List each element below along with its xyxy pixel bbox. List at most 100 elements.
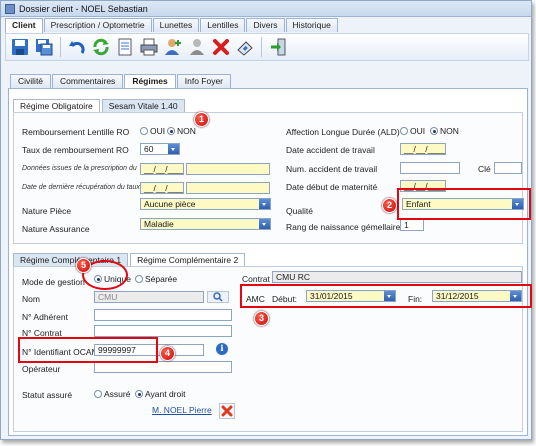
tab-regime-complementaire-2[interactable]: Régime Complémentaire 2	[130, 253, 246, 266]
statut-assure-radio[interactable]: Assuré	[94, 389, 130, 399]
refresh-icon[interactable]	[91, 37, 111, 57]
tab-lentilles[interactable]: Lentilles	[200, 18, 246, 32]
tab-regimes[interactable]: Régimes	[124, 74, 176, 88]
add-user-icon[interactable]	[163, 37, 183, 57]
contrat-label: Contrat	[242, 274, 270, 284]
tab-civilite[interactable]: Civilité	[10, 74, 52, 88]
save-all-icon[interactable]	[34, 37, 54, 57]
donnees-prescription-extra[interactable]	[186, 163, 270, 175]
radio-dot	[135, 275, 143, 283]
num-accident-field[interactable]	[400, 162, 460, 174]
taux-ro-label: Taux de remboursement RO	[22, 145, 129, 155]
derniere-recuperation-extra[interactable]	[186, 182, 270, 194]
nature-piece-value: Aucune pièce	[144, 199, 196, 209]
annotation-amc-box	[240, 284, 532, 308]
annotation-ocam-box	[18, 337, 158, 363]
nature-assurance-select[interactable]: Maladie	[140, 218, 271, 230]
remboursement-oui-radio[interactable]: OUI	[140, 126, 165, 136]
nom-field[interactable]: CMU	[94, 291, 204, 303]
radio-dot	[140, 127, 148, 135]
taux-ro-value: 60	[144, 144, 154, 154]
taux-ro-select[interactable]: 60	[140, 143, 180, 155]
exit-icon[interactable]	[268, 37, 288, 57]
tab-sesam-vitale[interactable]: Sesam Vitale 1.40	[101, 99, 185, 112]
annotation-badge-4: 4	[160, 346, 175, 361]
radio-dot	[400, 127, 408, 135]
print-icon[interactable]	[139, 37, 159, 57]
chevron-down-icon[interactable]	[259, 219, 270, 229]
remboursement-non-radio[interactable]: NON	[167, 126, 196, 136]
annotation-badge-1: 1	[194, 112, 209, 127]
scan-card-icon[interactable]	[235, 37, 255, 57]
radio-label: Ayant droit	[145, 389, 186, 399]
undo-icon[interactable]	[67, 37, 87, 57]
tab-client[interactable]: Client	[5, 18, 43, 33]
donnees-prescription-date[interactable]: __/__/____	[140, 163, 184, 175]
nom-label: Nom	[22, 294, 40, 304]
ald-label: Affection Longue Durée (ALD)	[286, 127, 400, 137]
annotation-badge-2: 2	[382, 198, 397, 213]
radio-label: OUI	[410, 126, 426, 136]
chevron-down-icon[interactable]	[259, 199, 270, 209]
chevron-down-icon[interactable]	[168, 144, 179, 154]
tab-info-foyer[interactable]: Info Foyer	[176, 74, 232, 88]
nature-assurance-value: Maladie	[144, 219, 174, 229]
mode-separee-radio[interactable]: Séparée	[135, 274, 177, 284]
nature-piece-select[interactable]: Aucune pièce	[140, 198, 271, 210]
annotation-badge-5: 5	[76, 258, 91, 273]
remboursement-ro-label: Remboursement Lentille RO	[22, 127, 130, 137]
assure-principal-link[interactable]: M. NOEL Pierre	[152, 405, 212, 415]
tab-prescription[interactable]: Prescription / Optometrie	[43, 18, 152, 32]
cle-label: Clé	[478, 164, 491, 174]
nature-assurance-label: Nature Assurance	[22, 224, 90, 234]
radio-dot	[167, 127, 175, 135]
adherent-field[interactable]	[94, 309, 232, 321]
statut-assure-label: Statut assuré	[22, 390, 73, 400]
tab-regime-obligatoire[interactable]: Régime Obligatoire	[13, 99, 100, 112]
sub-tabs: Civilité Commentaires Régimes Info Foyer	[10, 74, 232, 88]
tab-historique[interactable]: Historique	[285, 18, 338, 32]
document-icon[interactable]	[115, 37, 135, 57]
radio-label: Assuré	[104, 389, 131, 399]
statut-ayant-droit-radio[interactable]: Ayant droit	[135, 389, 185, 399]
ald-oui-radio[interactable]: OUI	[400, 126, 425, 136]
radio-dot	[430, 127, 438, 135]
tab-commentaires[interactable]: Commentaires	[52, 74, 124, 88]
derniere-recuperation-label: Date de dernière récupération du taux	[22, 184, 140, 191]
remove-link-button[interactable]	[219, 403, 235, 419]
ro-tabs: Régime Obligatoire Sesam Vitale 1.40	[13, 99, 187, 112]
tab-divers[interactable]: Divers	[246, 18, 285, 32]
radio-label: OUI	[150, 126, 166, 136]
ald-non-radio[interactable]: NON	[430, 126, 459, 136]
title-bar: Dossier client - NOEL Sebastian	[1, 1, 531, 17]
radio-label: Séparée	[145, 274, 178, 284]
user-icon[interactable]	[187, 37, 207, 57]
toolbar	[5, 33, 529, 61]
operateur-label: Opérateur	[22, 364, 61, 374]
info-icon[interactable]: i	[216, 343, 228, 355]
rang-naissance-field[interactable]: 1	[400, 219, 424, 231]
toolbar-separator	[60, 37, 61, 57]
delete-icon[interactable]	[211, 37, 231, 57]
derniere-recuperation-date[interactable]: __/__/____	[140, 182, 184, 194]
contrat-field[interactable]: CMU RC	[272, 271, 522, 283]
cle-field[interactable]	[494, 162, 522, 174]
date-accident-label: Date accident de travail	[286, 145, 375, 155]
tab-lunettes[interactable]: Lunettes	[152, 18, 200, 32]
search-button[interactable]	[207, 291, 229, 303]
window-title: Dossier client - NOEL Sebastian	[19, 4, 148, 14]
radio-dot	[135, 390, 143, 398]
app-icon	[5, 4, 15, 14]
donnees-prescription-label: Données issues de la prescription du	[22, 165, 137, 172]
contrat-num-field[interactable]	[94, 325, 232, 337]
save-icon[interactable]	[10, 37, 30, 57]
qualite-label: Qualité	[286, 206, 313, 216]
toolbar-separator	[261, 37, 262, 57]
search-icon	[213, 292, 223, 302]
date-accident-field[interactable]: __/__/____	[400, 143, 446, 155]
nature-piece-label: Nature Pièce	[22, 206, 72, 216]
main-tabs: Client Prescription / Optometrie Lunette…	[5, 18, 339, 33]
mode-gestion-label: Mode de gestion	[22, 277, 85, 287]
maternite-label: Date début de maternité	[286, 182, 378, 192]
annotation-badge-3: 3	[254, 311, 269, 326]
